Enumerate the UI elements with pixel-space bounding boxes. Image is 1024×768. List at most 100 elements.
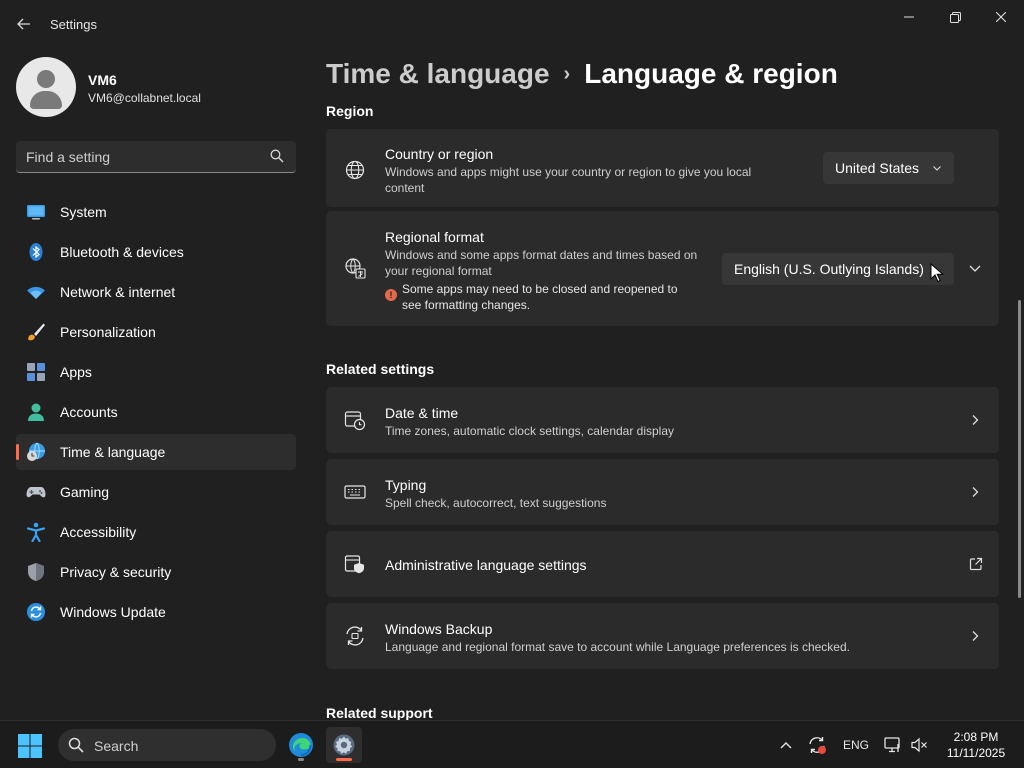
search-icon (68, 737, 84, 753)
keyboard-icon (344, 485, 366, 499)
clock[interactable]: 2:08 PM 11/11/2025 (938, 729, 1014, 761)
windows-backup-card[interactable]: Windows Backup Language and regional for… (326, 603, 999, 669)
app-title: Settings (50, 17, 97, 32)
title-bar: Settings (0, 0, 1024, 48)
sidebar-item-label: Accounts (60, 404, 118, 420)
regional-format-value: English (U.S. Outlying Islands) (734, 261, 924, 277)
typing-card[interactable]: Typing Spell check, autocorrect, text su… (326, 459, 999, 525)
external-link-icon (969, 557, 983, 571)
regional-format-desc: Windows and some apps format dates and t… (385, 248, 698, 278)
country-region-title: Country or region (385, 146, 494, 162)
sidebar-nav: System Bluetooth & devices Network & int… (16, 194, 296, 634)
chevron-right-icon (972, 631, 979, 641)
date-time-card[interactable]: Date & time Time zones, automatic clock … (326, 387, 999, 453)
related-support-heading: Related support (326, 705, 433, 720)
sidebar-item-label: Bluetooth & devices (60, 244, 184, 260)
taskbar: Search ENG 2:08 PM 11/11/2025 (0, 720, 1024, 768)
accounts-icon (28, 403, 44, 421)
country-region-card: Country or region Windows and apps might… (326, 129, 999, 207)
main-content: Time & language › Language & region Region… (310, 48, 1024, 720)
admin-language-icon (344, 555, 364, 574)
search-icon[interactable] (270, 149, 284, 163)
windows-start-icon[interactable] (16, 732, 44, 760)
taskbar-search[interactable]: Search (58, 729, 276, 761)
regional-format-dropdown[interactable]: English (U.S. Outlying Islands) (722, 253, 954, 285)
sidebar-item-label: Windows Update (60, 604, 166, 620)
volume-button[interactable] (908, 733, 930, 757)
avatar-head-shape (37, 70, 55, 88)
date-time-icon (344, 411, 366, 431)
admin-language-title: Administrative language settings (385, 557, 587, 573)
warning-icon: ! (385, 289, 397, 301)
globe-icon (345, 160, 365, 180)
sidebar-item-system[interactable]: System (16, 194, 296, 230)
scrollbar[interactable] (1018, 300, 1021, 598)
taskbar-search-label: Search (94, 738, 139, 754)
minimize-icon (904, 16, 914, 18)
sidebar: VM6 VM6@collabnet.local System Bluetooth… (0, 48, 310, 720)
running-indicator (298, 758, 304, 761)
sync-status-button[interactable] (806, 733, 828, 757)
mouse-cursor-icon (930, 263, 944, 283)
sidebar-item-apps[interactable]: Apps (16, 354, 296, 390)
breadcrumb-separator: › (563, 63, 571, 85)
sidebar-item-network[interactable]: Network & internet (16, 274, 296, 310)
chevron-up-icon (780, 742, 792, 749)
country-region-desc: Windows and apps might use your country … (385, 165, 752, 195)
regional-format-title: Regional format (385, 229, 484, 245)
globe-clock-icon (27, 442, 45, 461)
network-monitor-icon (884, 737, 900, 753)
sidebar-item-personalization[interactable]: Personalization (16, 314, 296, 350)
taskbar-settings[interactable] (326, 727, 362, 763)
settings-search[interactable] (16, 141, 296, 173)
settings-search-input[interactable] (26, 141, 266, 172)
sidebar-item-windows-update[interactable]: Windows Update (16, 594, 296, 630)
user-email: VM6@collabnet.local (88, 91, 201, 105)
sidebar-item-label: Privacy & security (60, 564, 172, 580)
minimize-button[interactable] (886, 6, 932, 28)
volume-muted-icon (911, 737, 927, 753)
brush-icon (28, 323, 45, 341)
accessibility-icon (26, 522, 46, 542)
network-button[interactable] (882, 733, 904, 757)
sidebar-item-time-language[interactable]: Time & language (16, 434, 296, 470)
chevron-right-icon (972, 415, 979, 425)
country-region-dropdown[interactable]: United States (823, 152, 954, 184)
windows-backup-title: Windows Backup (385, 621, 493, 637)
close-icon (996, 12, 1006, 22)
regional-format-warning: Some apps may need to be closed and reop… (402, 282, 678, 312)
edge-icon (289, 733, 313, 757)
avatar-body-shape (30, 91, 62, 109)
sidebar-item-label: Time & language (60, 444, 166, 460)
show-hidden-icons-button[interactable] (776, 733, 796, 757)
restore-button[interactable] (932, 6, 978, 28)
sidebar-item-privacy[interactable]: Privacy & security (16, 554, 296, 590)
taskbar-edge[interactable] (283, 727, 319, 763)
system-icon (27, 205, 45, 220)
breadcrumb-parent[interactable]: Time & language (326, 58, 550, 89)
expand-chevron-icon[interactable] (968, 263, 982, 273)
clock-time: 2:08 PM (953, 730, 999, 744)
sidebar-item-gaming[interactable]: Gaming (16, 474, 296, 510)
sync-alert-icon (809, 737, 826, 754)
sidebar-item-bluetooth[interactable]: Bluetooth & devices (16, 234, 296, 270)
admin-language-card[interactable]: Administrative language settings (326, 531, 999, 597)
back-button[interactable] (10, 12, 38, 36)
sidebar-item-label: Network & internet (60, 284, 176, 300)
active-indicator (336, 758, 352, 761)
region-heading: Region (326, 103, 374, 119)
gamepad-icon (26, 487, 46, 498)
backup-icon (346, 626, 364, 646)
sidebar-item-label: Personalization (60, 324, 156, 340)
user-name: VM6 (88, 72, 117, 88)
avatar[interactable] (16, 57, 76, 117)
clock-date: 11/11/2025 (946, 746, 1006, 760)
sidebar-item-label: Accessibility (60, 524, 137, 540)
sidebar-item-accessibility[interactable]: Accessibility (16, 514, 296, 550)
sidebar-item-label: System (60, 204, 107, 220)
shield-icon (28, 563, 44, 581)
sidebar-item-accounts[interactable]: Accounts (16, 394, 296, 430)
language-indicator[interactable]: ENG (840, 733, 872, 757)
close-button[interactable] (978, 6, 1024, 28)
date-time-desc: Time zones, automatic clock settings, ca… (385, 424, 675, 438)
